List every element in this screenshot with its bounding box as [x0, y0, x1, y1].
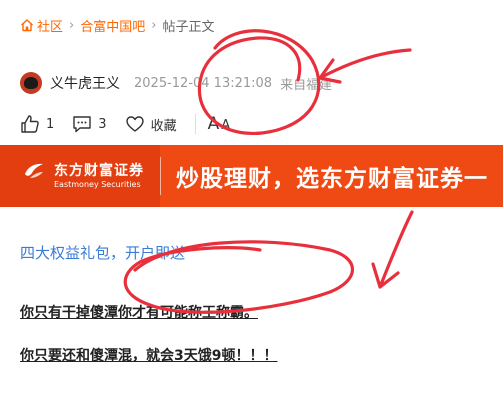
favorite-label: 收藏 [150, 118, 177, 134]
font-size-large-glyph: A [207, 114, 220, 134]
like-count: 1 [46, 116, 55, 132]
chevron-right-icon: › [151, 17, 157, 33]
chevron-right-icon: › [69, 17, 75, 33]
scribble-arrow-top [318, 48, 412, 84]
comment-button[interactable]: 3 [72, 114, 107, 134]
breadcrumb-forum[interactable]: 合富中国吧 [80, 16, 145, 35]
post-body-line: 你只有干掉傻潭你才有可能称王称霸。 [20, 305, 258, 321]
action-bar: 1 3 收藏 A A [20, 112, 230, 136]
comment-count: 3 [98, 116, 107, 132]
favorite-button[interactable]: 收藏 [125, 114, 177, 134]
banner-brand-english: Eastmoney Securities [54, 180, 141, 189]
breadcrumb: 社区 › 合富中国吧 › 帖子正文 [20, 15, 214, 35]
heart-icon [125, 116, 144, 132]
post-body-line: 你只要还和傻潭混，就会3天饿9顿！！！ [20, 348, 278, 364]
scribble-arrow-bottom [371, 210, 414, 289]
post-location: 来自福建 [280, 77, 333, 93]
home-icon[interactable] [20, 18, 34, 32]
author-name[interactable]: 义牛虎王义 [50, 73, 120, 93]
eastmoney-logo-icon [25, 163, 43, 178]
like-button[interactable]: 1 [20, 114, 54, 134]
comment-icon [73, 116, 91, 133]
author-row: 义牛虎王义 2025-12-04 13:21:08 来自福建 [20, 70, 332, 96]
post-time: 2025-12-04 13:21:08 [134, 75, 273, 91]
thumbs-up-icon [21, 115, 39, 133]
breadcrumb-community[interactable]: 社区 [37, 16, 63, 35]
banner-slogan: 炒股理财，选东方财富证券一 [176, 166, 488, 192]
font-size-small-glyph: A [221, 118, 231, 133]
font-size-button[interactable]: A A [194, 114, 231, 134]
banner-brand-name: 东方财富证券 [54, 163, 144, 179]
avatar[interactable] [20, 72, 42, 94]
banner-divider [160, 157, 161, 195]
breadcrumb-current: 帖子正文 [162, 19, 215, 35]
ad-banner[interactable]: 东方财富证券 Eastmoney Securities 炒股理财，选东方财富证券… [0, 145, 503, 207]
promo-link[interactable]: 四大权益礼包，开户即送 [20, 242, 185, 263]
